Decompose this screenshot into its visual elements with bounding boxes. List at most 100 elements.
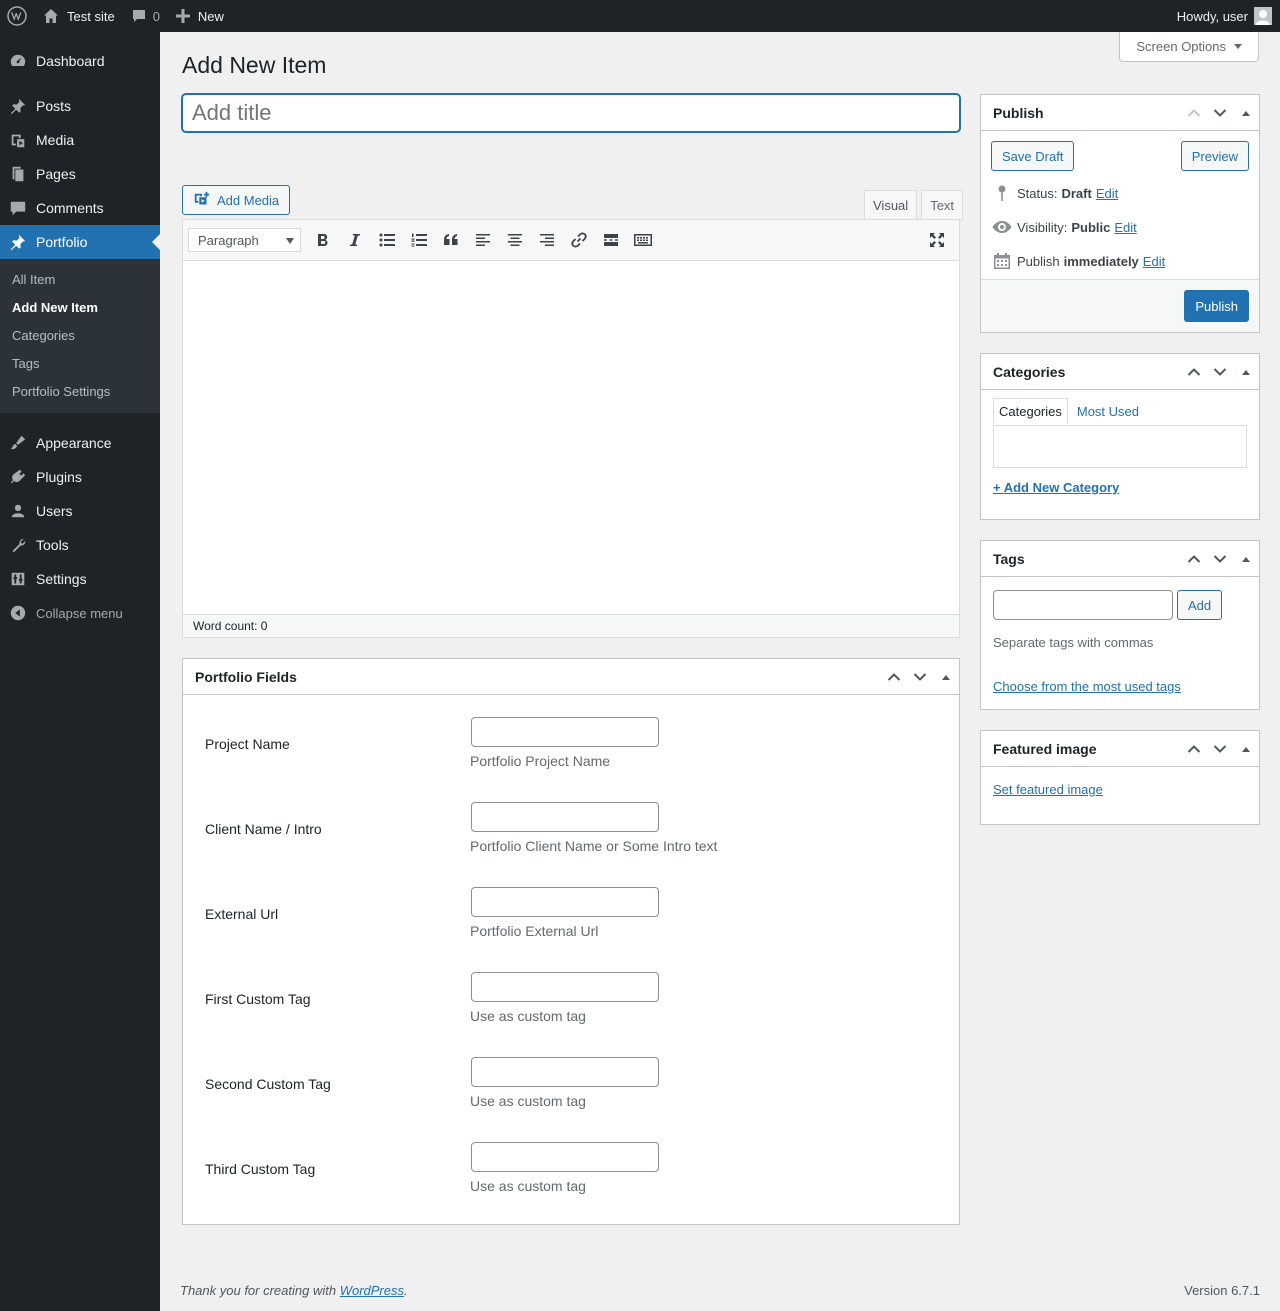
move-down-button[interactable] [1207, 354, 1233, 390]
toggle-panel-button[interactable] [1233, 354, 1259, 390]
align-right-button[interactable] [531, 225, 563, 255]
menu-dashboard[interactable]: Dashboard [0, 44, 160, 78]
edit-status-link[interactable]: Edit [1096, 186, 1118, 201]
external-url-input[interactable] [471, 887, 659, 917]
submenu-add-new-item[interactable]: Add New Item [0, 294, 160, 322]
handle-actions [1181, 354, 1259, 390]
new-tag-input[interactable] [993, 590, 1173, 620]
major-publishing-actions: Publish [981, 279, 1259, 332]
choose-most-used-tags-link[interactable]: Choose from the most used tags [993, 679, 1181, 694]
insert-link-button[interactable] [563, 225, 595, 255]
status-row: Status: Draft Edit [991, 183, 1118, 203]
menu-users[interactable]: Users [0, 494, 160, 528]
menu-appearance[interactable]: Appearance [0, 426, 160, 460]
menu-label: Settings [36, 571, 87, 587]
align-center-button[interactable] [499, 225, 531, 255]
triangle-up-icon [1242, 557, 1250, 562]
toggle-panel-button[interactable] [933, 659, 959, 695]
preview-button[interactable]: Preview [1180, 141, 1249, 171]
move-up-button[interactable] [881, 659, 907, 695]
second-custom-tag-input[interactable] [471, 1057, 659, 1087]
publish-button[interactable]: Publish [1184, 290, 1249, 322]
move-up-button[interactable] [1181, 95, 1207, 131]
move-down-button[interactable] [1207, 541, 1233, 577]
move-down-button[interactable] [1207, 95, 1233, 131]
move-up-button[interactable] [1181, 541, 1207, 577]
comments-count: 0 [152, 8, 160, 24]
menu-comments[interactable]: Comments [0, 191, 160, 225]
tab-most-used[interactable]: Most Used [1068, 398, 1148, 424]
save-draft-button[interactable]: Save Draft [991, 141, 1075, 171]
italic-button[interactable] [339, 225, 371, 255]
toggle-panel-button[interactable] [1233, 731, 1259, 767]
add-tag-button[interactable]: Add [1177, 590, 1223, 620]
comments-link[interactable]: 0 [123, 0, 168, 32]
toolbar-toggle-button[interactable] [627, 225, 659, 255]
align-left-button[interactable] [467, 225, 499, 255]
menu-plugins[interactable]: Plugins [0, 460, 160, 494]
wordpress-link[interactable]: WordPress [340, 1283, 404, 1298]
site-name-link[interactable]: Test site [35, 0, 123, 32]
publish-box: Publish Save Draft Preview Status: Draft… [980, 94, 1260, 333]
menu-posts[interactable]: Posts [0, 89, 160, 123]
move-up-button[interactable] [1181, 731, 1207, 767]
wrench-icon [9, 536, 27, 554]
menu-label: Pages [36, 166, 76, 182]
set-featured-image-link[interactable]: Set featured image [993, 782, 1103, 797]
move-down-button[interactable] [907, 659, 933, 695]
third-custom-tag-input[interactable] [471, 1142, 659, 1172]
move-up-button[interactable] [1181, 354, 1207, 390]
menu-portfolio[interactable]: Portfolio [0, 225, 160, 259]
screen-options-button[interactable]: Screen Options [1119, 32, 1259, 62]
admin-sidebar: Dashboard Posts Media Pages Comments Por… [0, 32, 160, 1311]
menu-tools[interactable]: Tools [0, 528, 160, 562]
menu-label: Posts [36, 98, 72, 114]
read-more-button[interactable] [595, 225, 627, 255]
fullscreen-button[interactable] [921, 225, 953, 255]
tab-text[interactable]: Text [921, 190, 964, 220]
project-name-input[interactable] [471, 717, 659, 747]
post-title-input[interactable] [182, 94, 960, 132]
field-description: Use as custom tag [470, 1008, 586, 1024]
add-new-category-link[interactable]: + Add New Category [993, 480, 1119, 495]
my-account[interactable]: Howdy, user [1177, 0, 1280, 32]
tab-visual[interactable]: Visual [864, 190, 918, 220]
blockquote-button[interactable] [435, 225, 467, 255]
portfolio-fields-box: Portfolio Fields Project Name Portfolio … [182, 658, 960, 1225]
move-down-button[interactable] [1207, 731, 1233, 767]
tab-all-categories[interactable]: Categories [993, 398, 1068, 424]
client-name-input[interactable] [471, 802, 659, 832]
toggle-panel-button[interactable] [1233, 541, 1259, 577]
chevron-up-icon [887, 673, 901, 681]
submenu-all-item[interactable]: All Item [0, 266, 160, 294]
menu-media[interactable]: Media [0, 123, 160, 157]
toggle-panel-button[interactable] [1233, 95, 1259, 131]
postbox-title: Portfolio Fields [195, 668, 297, 685]
bulleted-list-button[interactable] [371, 225, 403, 255]
bold-icon [318, 234, 328, 246]
add-media-button[interactable]: Add Media [182, 185, 291, 215]
new-content-link[interactable]: New [168, 0, 232, 32]
menu-settings[interactable]: Settings [0, 562, 160, 596]
collapse-menu-button[interactable]: Collapse menu [0, 596, 160, 630]
edit-publish-date-link[interactable]: Edit [1143, 254, 1165, 269]
media-icon [9, 131, 27, 149]
status-value: Draft [1061, 185, 1092, 201]
submenu-tags[interactable]: Tags [0, 350, 160, 378]
menu-pages[interactable]: Pages [0, 157, 160, 191]
bold-button[interactable] [307, 225, 339, 255]
chevron-down-icon [913, 673, 927, 681]
submenu-categories[interactable]: Categories [0, 322, 160, 350]
comment-icon [9, 199, 27, 217]
numbered-list-button[interactable] [403, 225, 435, 255]
editor-content-area[interactable] [183, 261, 959, 614]
menu-label: Tools [36, 537, 69, 553]
wordpress-logo-icon[interactable] [0, 0, 35, 32]
format-select[interactable]: Paragraph [188, 228, 301, 252]
content-editor: Paragraph Word count: 0 [182, 219, 960, 638]
submenu-portfolio-settings[interactable]: Portfolio Settings [0, 378, 160, 406]
edit-visibility-link[interactable]: Edit [1114, 220, 1136, 235]
footer-version: Version 6.7.1 [1184, 1283, 1260, 1298]
pin-icon [991, 183, 1013, 203]
first-custom-tag-input[interactable] [471, 972, 659, 1002]
